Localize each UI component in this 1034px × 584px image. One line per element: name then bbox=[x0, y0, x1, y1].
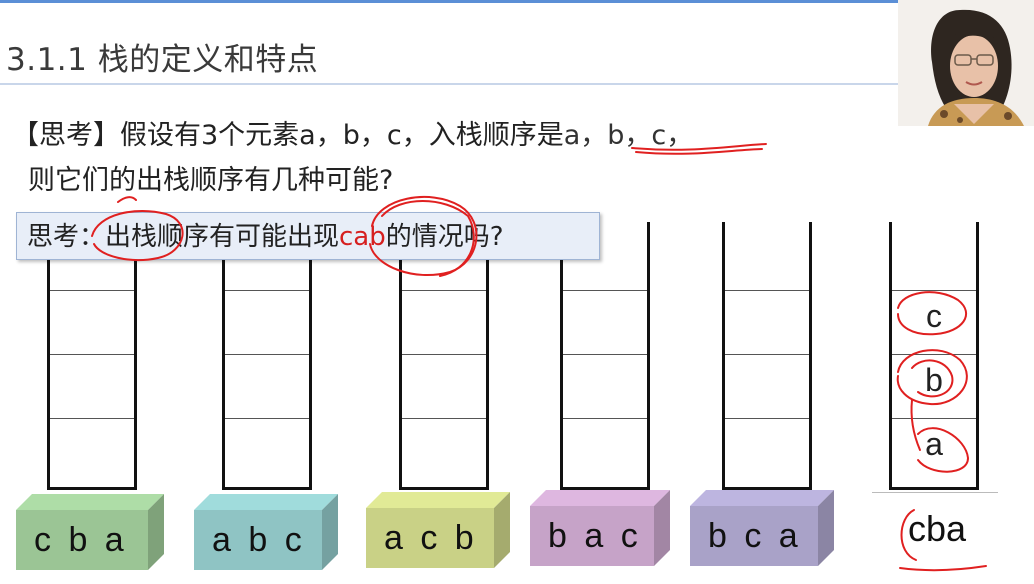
stack-divider bbox=[563, 354, 647, 355]
sequence-box: a b c bbox=[194, 510, 322, 570]
stack-2 bbox=[222, 222, 312, 490]
underline-annotation-result bbox=[899, 565, 987, 572]
stack-wall-left bbox=[47, 222, 50, 490]
stack-divider bbox=[50, 418, 134, 419]
stack-wall-left bbox=[222, 222, 225, 490]
sequence-box-top bbox=[16, 494, 164, 510]
header-accent-line bbox=[0, 0, 1034, 3]
stack-bottom bbox=[399, 487, 489, 490]
stack-divider bbox=[402, 290, 486, 291]
result-underline bbox=[872, 492, 998, 493]
stack-bottom bbox=[222, 487, 312, 490]
stack-divider bbox=[402, 354, 486, 355]
stack-wall-right bbox=[647, 222, 650, 490]
question-line-1: 【思考】假设有3个元素a，b，c，入栈顺序是a，b，c， bbox=[12, 113, 693, 152]
sequence-box-top bbox=[194, 494, 338, 510]
stack-divider bbox=[892, 354, 976, 355]
stack-divider bbox=[563, 290, 647, 291]
stack-bottom bbox=[889, 487, 979, 490]
sequence-box-top bbox=[690, 490, 834, 506]
sequence-box: b c a bbox=[690, 506, 818, 566]
result-sequence: cba bbox=[908, 508, 967, 549]
stack-wall-right bbox=[309, 222, 312, 490]
stack-divider bbox=[225, 290, 309, 291]
stack-cell: c bbox=[926, 298, 942, 334]
stack-4 bbox=[560, 222, 650, 490]
stack-wall-left bbox=[722, 222, 725, 490]
stack-divider bbox=[50, 290, 134, 291]
title-divider bbox=[0, 83, 898, 85]
question-line-2: 则它们的出栈顺序有几种可能? bbox=[28, 165, 394, 196]
check-annotation-think bbox=[117, 196, 137, 203]
slide-title: 3.1.1 栈的定义和特点 bbox=[6, 42, 319, 78]
stack-6: cba bbox=[889, 222, 979, 490]
stack-divider bbox=[892, 290, 976, 291]
stack-wall-right bbox=[976, 222, 979, 490]
stack-divider bbox=[50, 354, 134, 355]
stack-bottom bbox=[560, 487, 650, 490]
stack-1 bbox=[47, 222, 137, 490]
callout-highlight: cab bbox=[339, 222, 386, 252]
stack-cell: a bbox=[925, 426, 943, 462]
callout-suffix: 的情况吗? bbox=[385, 222, 504, 252]
callout-prefix: 思考：出栈顺序有可能出现 bbox=[27, 222, 340, 252]
stack-bottom bbox=[47, 487, 137, 490]
stack-divider bbox=[892, 418, 976, 419]
question-prefix: 【思考】假设有3个元素a，b，c，入栈顺序是 bbox=[12, 120, 564, 151]
stack-wall-left bbox=[399, 222, 402, 490]
stack-wall-left bbox=[560, 222, 563, 490]
sequence-box-top bbox=[530, 490, 670, 506]
sequence-box-top bbox=[366, 492, 510, 508]
stack-divider bbox=[725, 290, 809, 291]
stack-wall-right bbox=[809, 222, 812, 490]
stack-bottom bbox=[722, 487, 812, 490]
stack-divider bbox=[402, 418, 486, 419]
stack-wall-right bbox=[486, 222, 489, 490]
presenter-webcam bbox=[898, 0, 1034, 126]
stack-3 bbox=[399, 222, 489, 490]
question-push-order: a，b，c， bbox=[563, 120, 694, 151]
think-callout: 思考：出栈顺序有可能出现cab的情况吗? bbox=[16, 212, 600, 260]
stack-divider bbox=[725, 354, 809, 355]
presenter-portrait bbox=[898, 0, 1034, 126]
sequence-box: a c b bbox=[366, 508, 494, 568]
stack-cell: b bbox=[925, 362, 943, 398]
stack-5 bbox=[722, 222, 812, 490]
sequence-box: c b a bbox=[16, 510, 148, 570]
sequence-box: b a c bbox=[530, 506, 654, 566]
stack-divider bbox=[225, 354, 309, 355]
stack-divider bbox=[225, 418, 309, 419]
stack-divider bbox=[563, 418, 647, 419]
stack-divider bbox=[725, 418, 809, 419]
stack-wall-right bbox=[134, 222, 137, 490]
